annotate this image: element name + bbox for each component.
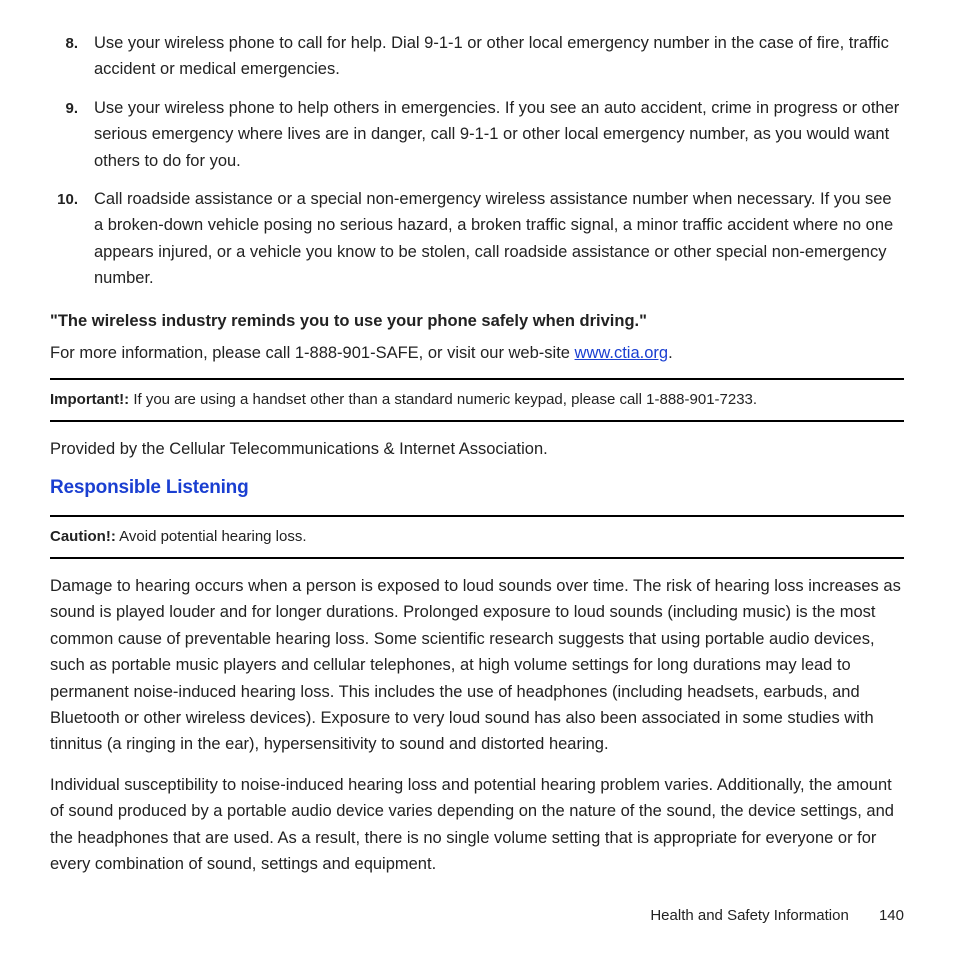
important-text: If you are using a handset other than a …: [129, 391, 757, 408]
more-info-prefix: For more information, please call 1-888-…: [50, 344, 575, 362]
section-heading: Responsible Listening: [50, 473, 904, 503]
list-number: 9.: [50, 95, 94, 174]
list-text: Use your wireless phone to call for help…: [94, 30, 904, 83]
caution-note: Caution!: Avoid potential hearing loss.: [50, 515, 904, 559]
list-item: 10. Call roadside assistance or a specia…: [50, 186, 904, 292]
reminder-text: "The wireless industry reminds you to us…: [50, 308, 904, 334]
list-item: 8. Use your wireless phone to call for h…: [50, 30, 904, 83]
body-paragraph-2: Individual susceptibility to noise-induc…: [50, 772, 904, 878]
body-paragraph-1: Damage to hearing occurs when a person i…: [50, 573, 904, 758]
numbered-list: 8. Use your wireless phone to call for h…: [50, 30, 904, 292]
important-label: Important!:: [50, 391, 129, 408]
list-item: 9. Use your wireless phone to help other…: [50, 95, 904, 174]
important-note: Important!: If you are using a handset o…: [50, 378, 904, 422]
footer-section: Health and Safety Information: [650, 907, 848, 924]
provided-by-text: Provided by the Cellular Telecommunicati…: [50, 436, 904, 462]
list-text: Use your wireless phone to help others i…: [94, 95, 904, 174]
caution-text: Avoid potential hearing loss.: [116, 528, 307, 545]
more-info-text: For more information, please call 1-888-…: [50, 340, 904, 366]
list-number: 10.: [50, 186, 94, 292]
ctia-link[interactable]: www.ctia.org: [575, 344, 669, 362]
list-number: 8.: [50, 30, 94, 83]
more-info-suffix: .: [668, 344, 673, 362]
page-number: 140: [879, 907, 904, 924]
caution-label: Caution!:: [50, 528, 116, 545]
list-text: Call roadside assistance or a special no…: [94, 186, 904, 292]
page-footer: Health and Safety Information 140: [650, 904, 904, 928]
